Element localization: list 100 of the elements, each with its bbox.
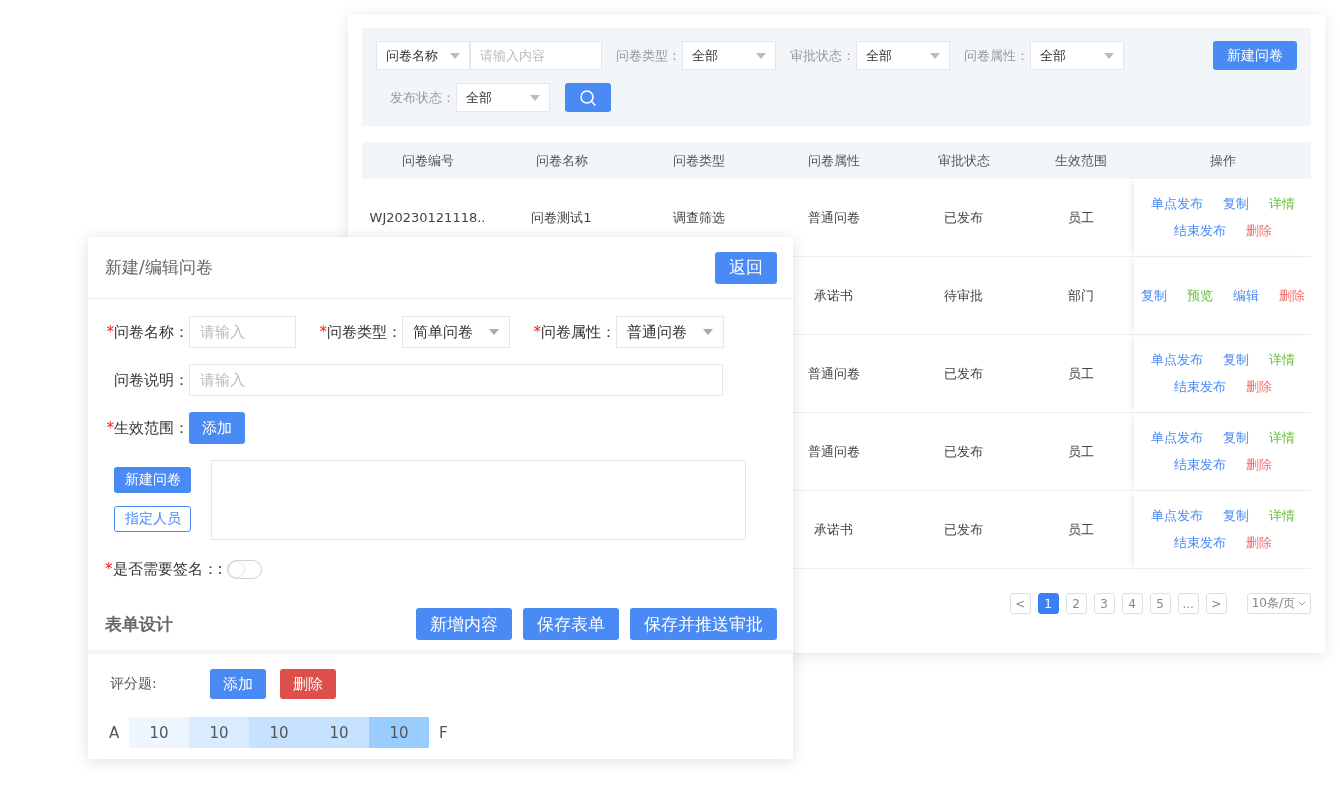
form-action-button[interactable]: 保存表单: [523, 608, 619, 640]
page-button[interactable]: 5: [1149, 593, 1171, 614]
action-link[interactable]: 复制: [1222, 429, 1249, 447]
score-cell[interactable]: 10: [189, 717, 249, 748]
action-link[interactable]: 结束发布: [1173, 456, 1226, 474]
table-cell: 普通问卷: [807, 442, 860, 461]
filter-select[interactable]: 全部: [682, 41, 776, 70]
action-link[interactable]: 编辑: [1232, 286, 1259, 305]
signature-toggle[interactable]: [226, 560, 262, 579]
table-cell: 已发布: [944, 520, 983, 539]
filter-select[interactable]: 全部: [456, 83, 550, 112]
field-select[interactable]: 问卷名称: [376, 41, 470, 70]
new-survey-button[interactable]: 新建问卷: [1213, 41, 1297, 70]
description-input[interactable]: 请输入: [189, 364, 723, 396]
table-cell: 问卷测试1: [531, 208, 592, 227]
rating-label: 评分题:: [110, 675, 158, 693]
field-label: *问卷属性：: [532, 322, 616, 342]
column-header: 生效范围: [1027, 142, 1134, 179]
filter-label: 审批状态：: [790, 46, 856, 65]
action-link[interactable]: 详情: [1268, 351, 1295, 369]
section-title: 表单设计: [105, 612, 173, 636]
scope-option-button[interactable]: 新建问卷: [114, 467, 191, 493]
action-link[interactable]: 删除: [1245, 378, 1272, 396]
page-button[interactable]: ...: [1177, 593, 1199, 614]
next-page-button[interactable]: >: [1205, 593, 1227, 614]
delete-button[interactable]: 删除: [280, 669, 336, 699]
action-link[interactable]: 详情: [1268, 507, 1295, 525]
table-cell: 已发布: [944, 442, 983, 461]
name-input[interactable]: 请输入: [189, 316, 296, 348]
column-header: 问卷类型: [630, 142, 767, 179]
score-cell[interactable]: 10: [369, 717, 429, 748]
table-cell: 待审批: [944, 286, 983, 305]
table-cell: 普通问卷: [807, 364, 860, 383]
page-button[interactable]: 4: [1121, 593, 1143, 614]
panel-title: 新建/编辑问卷: [105, 256, 213, 279]
type-select[interactable]: 普通问卷: [616, 316, 724, 348]
page-button[interactable]: 1: [1037, 593, 1059, 614]
field-label: *生效范围：: [105, 418, 189, 438]
prev-page-button[interactable]: <: [1009, 593, 1031, 614]
type-select[interactable]: 简单问卷: [402, 316, 510, 348]
action-link[interactable]: 删除: [1245, 222, 1272, 240]
action-link[interactable]: 结束发布: [1173, 534, 1226, 552]
table-cell: 承诺书: [814, 286, 853, 305]
action-link[interactable]: 详情: [1268, 429, 1295, 447]
filter-label: 发布状态：: [390, 88, 456, 107]
column-header: 审批状态: [900, 142, 1027, 179]
action-link[interactable]: 删除: [1245, 534, 1272, 552]
column-header: 操作: [1134, 142, 1311, 179]
score-cell[interactable]: 10: [129, 717, 189, 748]
caret-icon: [530, 94, 540, 101]
column-header: 问卷名称: [493, 142, 630, 179]
page-button[interactable]: 2: [1065, 593, 1087, 614]
search-input[interactable]: 请输入内容: [470, 41, 602, 70]
action-link[interactable]: 单点发布: [1150, 507, 1203, 525]
action-link[interactable]: 复制: [1222, 351, 1249, 369]
action-link[interactable]: 单点发布: [1150, 351, 1203, 369]
column-header: 问卷属性: [767, 142, 900, 179]
filter-label: 问卷属性：: [964, 46, 1030, 65]
action-link[interactable]: 详情: [1268, 195, 1295, 213]
caret-icon: [703, 329, 713, 335]
scope-textarea[interactable]: [211, 460, 746, 540]
action-link[interactable]: 单点发布: [1150, 195, 1203, 213]
score-cell[interactable]: 10: [309, 717, 369, 748]
action-link[interactable]: 删除: [1245, 456, 1272, 474]
caret-icon: [450, 52, 460, 59]
scale-start-label: A: [109, 723, 121, 742]
filter-select[interactable]: 全部: [1030, 41, 1124, 70]
action-link[interactable]: 单点发布: [1150, 429, 1203, 447]
page-button[interactable]: 3: [1093, 593, 1115, 614]
caret-icon: [930, 52, 940, 59]
search-icon: [579, 88, 597, 107]
caret-icon: [756, 52, 766, 59]
table-cell: 员工: [1067, 442, 1094, 461]
action-link[interactable]: 预览: [1186, 286, 1213, 305]
table-cell: 员工: [1067, 208, 1094, 227]
table-cell: 调查筛选: [672, 208, 725, 227]
chevron-icon: [1298, 601, 1306, 606]
field-label: *问卷类型：: [318, 322, 402, 342]
scope-option-button[interactable]: 指定人员: [114, 506, 191, 532]
add-scope-button[interactable]: 添加: [189, 412, 245, 444]
table-cell: 部门: [1067, 286, 1094, 305]
field-label: *是否需要签名：:: [105, 560, 223, 579]
score-cell[interactable]: 10: [249, 717, 309, 748]
table-cell: WJ20230121118..: [369, 210, 486, 225]
add-button[interactable]: 添加: [210, 669, 266, 699]
action-link[interactable]: 复制: [1222, 507, 1249, 525]
action-link[interactable]: 删除: [1278, 286, 1305, 305]
action-link[interactable]: 复制: [1222, 195, 1249, 213]
form-action-button[interactable]: 保存并推送审批: [630, 608, 777, 640]
action-link[interactable]: 结束发布: [1173, 378, 1226, 396]
column-header: 问卷编号: [362, 142, 493, 179]
action-link[interactable]: 复制: [1140, 286, 1167, 305]
filter-select[interactable]: 全部: [856, 41, 950, 70]
action-link[interactable]: 结束发布: [1173, 222, 1226, 240]
search-button[interactable]: [565, 83, 611, 112]
form-action-button[interactable]: 新增内容: [416, 608, 512, 640]
back-button[interactable]: 返回: [715, 251, 777, 284]
field-label: *问卷名称：: [105, 322, 189, 342]
page-size-select[interactable]: 10条/页: [1246, 593, 1311, 614]
scale-end-label: F: [439, 723, 449, 742]
